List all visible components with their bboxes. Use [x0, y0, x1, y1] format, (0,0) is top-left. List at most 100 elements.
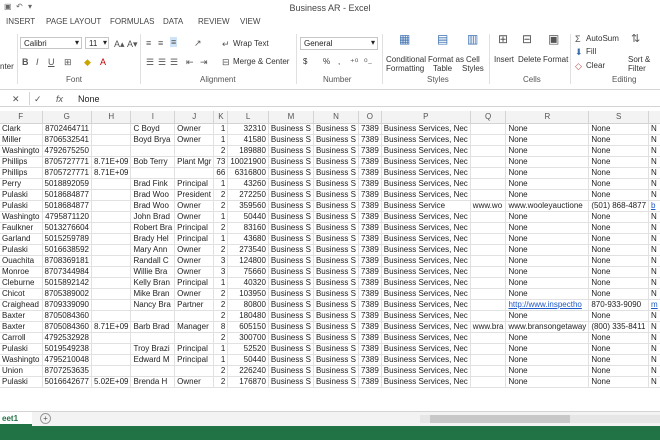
- cell[interactable]: Business S: [313, 310, 359, 322]
- cell[interactable]: Business Services, Nec: [381, 288, 471, 300]
- cell[interactable]: None: [505, 222, 590, 234]
- decrease-decimal-icon[interactable]: ⁰₋: [364, 57, 372, 67]
- sort-filter-label[interactable]: Sort &: [628, 55, 650, 64]
- cell[interactable]: [130, 310, 176, 322]
- cell[interactable]: 8.71E+09: [91, 156, 132, 168]
- cell-styles-icon[interactable]: ▥: [467, 33, 478, 45]
- format-as-table-label-2[interactable]: Table: [433, 64, 452, 73]
- cell[interactable]: Phillips: [0, 167, 43, 179]
- cell[interactable]: Troy Brazi: [130, 343, 176, 355]
- cell[interactable]: Principal: [174, 178, 215, 190]
- autosum-button[interactable]: AutoSum: [586, 34, 619, 43]
- cell[interactable]: Kelly Bran: [130, 277, 176, 289]
- cell[interactable]: 176870: [227, 376, 269, 388]
- cell[interactable]: Business Services, Nec: [381, 244, 471, 256]
- delete-cells-icon[interactable]: ⊟: [522, 33, 532, 45]
- cell[interactable]: 5016638592: [42, 244, 92, 256]
- cell[interactable]: www.bra: [470, 321, 507, 333]
- cell[interactable]: [470, 134, 507, 146]
- cell[interactable]: 5018684877: [42, 200, 92, 212]
- cell[interactable]: N: [648, 332, 660, 344]
- cell[interactable]: Business Services, Nec: [381, 233, 471, 245]
- cell[interactable]: None: [588, 145, 650, 157]
- cell[interactable]: [470, 332, 507, 344]
- cell[interactable]: Business Services, Nec: [381, 178, 471, 190]
- cell[interactable]: Business S: [313, 178, 359, 190]
- confirm-entry-icon[interactable]: ✓: [34, 94, 42, 104]
- cell[interactable]: None: [505, 310, 590, 322]
- cell[interactable]: 7389: [358, 299, 382, 311]
- cell[interactable]: Pulaski: [0, 376, 43, 388]
- column-header[interactable]: J: [174, 111, 215, 124]
- cell[interactable]: 7389: [358, 288, 382, 300]
- cell[interactable]: None: [505, 332, 590, 344]
- cell[interactable]: Business S: [313, 145, 359, 157]
- cell[interactable]: Business Services, Nec: [381, 167, 471, 179]
- cell[interactable]: 273540: [227, 244, 269, 256]
- delete-cells-button[interactable]: Delete: [518, 55, 541, 64]
- cell[interactable]: Business S: [313, 233, 359, 245]
- cell[interactable]: John Brad: [130, 211, 176, 223]
- cell[interactable]: 50440: [227, 211, 269, 223]
- cell[interactable]: 7389: [358, 321, 382, 333]
- cell[interactable]: Business Services, Nec: [381, 299, 471, 311]
- cell[interactable]: 7389: [358, 376, 382, 388]
- cell[interactable]: Business S: [268, 266, 314, 278]
- format-as-table-icon[interactable]: ▤: [437, 33, 448, 45]
- wrap-text-button[interactable]: Wrap Text: [233, 39, 269, 48]
- increase-font-icon[interactable]: A▴: [114, 39, 125, 49]
- cell[interactable]: Chicot: [0, 288, 43, 300]
- cell[interactable]: None: [588, 277, 650, 289]
- cell[interactable]: [91, 310, 132, 322]
- cell[interactable]: Business Services, Nec: [381, 343, 471, 355]
- cell[interactable]: Business S: [313, 365, 359, 377]
- tab-formulas[interactable]: FORMULAS: [110, 17, 154, 26]
- cell[interactable]: Owner: [174, 376, 215, 388]
- cell[interactable]: Owner: [174, 123, 215, 135]
- cell[interactable]: 2: [213, 200, 229, 212]
- font-color-icon[interactable]: A: [100, 57, 106, 67]
- cell[interactable]: Manager: [174, 321, 215, 333]
- cell[interactable]: www.wo: [470, 200, 507, 212]
- percent-button[interactable]: %: [323, 57, 330, 66]
- cell[interactable]: Business S: [313, 354, 359, 366]
- cell[interactable]: [91, 222, 132, 234]
- cell[interactable]: [91, 189, 132, 201]
- conditional-formatting-label[interactable]: Conditional: [386, 55, 426, 64]
- cancel-entry-icon[interactable]: ✕: [12, 94, 20, 104]
- cell[interactable]: 1: [213, 354, 229, 366]
- cell[interactable]: 5015892142: [42, 277, 92, 289]
- wrap-text-icon[interactable]: ↵: [222, 39, 230, 49]
- comma-button[interactable]: ,: [338, 57, 340, 66]
- cell[interactable]: Business S: [268, 354, 314, 366]
- cell[interactable]: Business Services, Nec: [381, 365, 471, 377]
- cell[interactable]: None: [588, 365, 650, 377]
- cell[interactable]: b: [648, 200, 660, 212]
- cell[interactable]: Faulkner: [0, 222, 43, 234]
- cell[interactable]: C Boyd: [130, 123, 176, 135]
- cell[interactable]: Principal: [174, 354, 215, 366]
- column-header[interactable]: S: [588, 111, 650, 124]
- cell[interactable]: 66: [213, 167, 229, 179]
- cell[interactable]: Business S: [268, 123, 314, 135]
- cell[interactable]: Garland: [0, 233, 43, 245]
- cell[interactable]: President: [174, 189, 215, 201]
- cell[interactable]: [130, 332, 176, 344]
- cell[interactable]: None: [588, 156, 650, 168]
- cell[interactable]: None: [505, 354, 590, 366]
- cell[interactable]: Brad Woo: [130, 189, 176, 201]
- cell[interactable]: [470, 255, 507, 267]
- cell[interactable]: Business S: [268, 299, 314, 311]
- cell[interactable]: 2: [213, 299, 229, 311]
- cell[interactable]: (800) 335-8411: [588, 321, 650, 333]
- cell[interactable]: [91, 343, 132, 355]
- column-header[interactable]: I: [130, 111, 176, 124]
- cell[interactable]: 4795210048: [42, 354, 92, 366]
- column-header[interactable]: K: [213, 111, 229, 124]
- cell[interactable]: Clark: [0, 123, 43, 135]
- cell[interactable]: Business S: [313, 343, 359, 355]
- cell[interactable]: 5015259789: [42, 233, 92, 245]
- cell[interactable]: Business Services, Nec: [381, 321, 471, 333]
- cell[interactable]: 103950: [227, 288, 269, 300]
- column-header[interactable]: L: [227, 111, 269, 124]
